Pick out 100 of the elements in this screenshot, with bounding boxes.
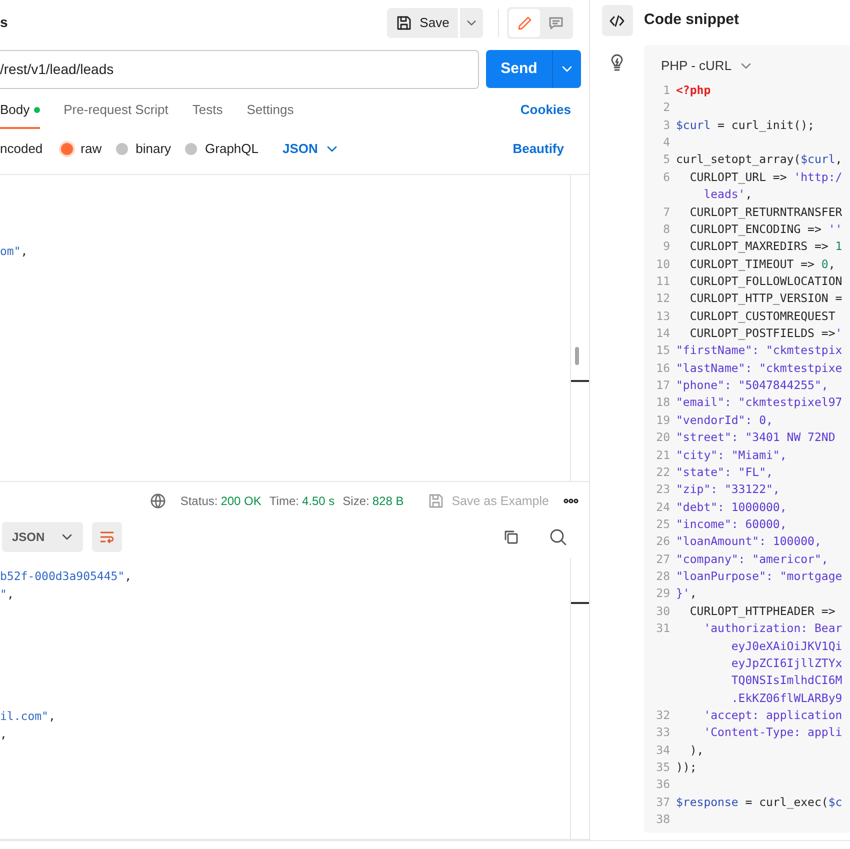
line-number: 30 [655,602,671,620]
line-number: 14 [655,325,671,342]
code-line: 'Content-Type: appli [702,724,842,742]
line-number: 2 [662,99,671,116]
code-line: $curl = curl_init(); [676,116,814,134]
code-snippet-button[interactable] [602,5,632,36]
line-number: 32 [655,706,671,724]
mode-toggle[interactable] [507,6,573,38]
copy-icon[interactable] [503,529,519,545]
line-number: 9 [662,238,671,256]
line-number: 19 [655,412,671,429]
line-number: 8 [662,220,671,238]
search-icon[interactable] [549,528,567,546]
radio-option[interactable]: binary [116,139,172,159]
code-line: b52f-000d3a905445", [0,568,133,585]
format-dropdown[interactable]: JSON [2,522,83,552]
body-type-label[interactable]: ncoded [0,139,43,159]
request-tab[interactable]: Body [0,100,40,129]
line-number: 4 [662,134,671,152]
edit-mode-button[interactable] [509,8,540,36]
code-line: "debt": 1000000, [676,498,787,516]
line-number: 20 [655,429,671,446]
line-number: 21 [655,446,671,464]
code-line: eyJpZCI6IjllZTYx [730,654,842,672]
line-number: 13 [655,308,671,325]
request-tab[interactable]: Settings [246,100,294,129]
language-dropdown[interactable]: PHP - cURL [644,55,769,77]
code-line: 'authorization: Bear [702,620,842,638]
code-line: curl_setopt_array($curl, [676,151,842,168]
line-number: 29 [655,585,671,602]
line-number: 16 [655,360,671,377]
code-line: CURLOPT_FOLLOWLOCATION [688,272,842,290]
line-number: 24 [655,498,671,516]
code-line: CURLOPT_RETURNTRANSFER [688,204,842,221]
code-line: CURLOPT_POSTFIELDS =>' [688,325,842,342]
line-number: 7 [662,204,671,221]
url-field[interactable]: /rest/v1/lead/leads [0,50,479,88]
line-number: 22 [655,464,671,481]
code-line: "city": "Miami", [676,446,787,464]
wrap-button[interactable] [92,522,122,552]
beautify-link[interactable]: Beautify [512,139,564,159]
code-line: .EkKZ06flWLARBy9 [730,690,842,707]
line-number: 27 [655,550,671,568]
line-number: 38 [655,811,671,828]
code-line: 'accept: application [702,706,842,724]
code-line: )); [676,759,697,776]
line-number: 11 [655,272,671,290]
code-icon [609,12,625,28]
code-line: CURLOPT_URL => 'http:/ [688,168,842,186]
line-number: 25 [655,516,671,533]
line-number: 34 [655,742,671,759]
pencil-icon [516,14,532,30]
code-line: CURLOPT_HTTP_VERSION = [688,290,842,308]
panel-title: Code snippet [644,10,740,30]
code-line: TQ0NSIsImlhdCI6M [730,672,842,690]
code-line: ), [688,742,704,759]
globe-icon [150,493,166,509]
line-number: 18 [655,394,671,412]
line-number: 6 [662,168,671,186]
line-number: 33 [655,724,671,742]
code-line: CURLOPT_HTTPHEADER => [688,602,836,620]
code-line: CURLOPT_TIMEOUT => 0, [688,256,836,273]
radio-option[interactable]: GraphQL [185,139,259,159]
code-line: <?php [676,82,711,99]
code-line: "email": "ckmtestpixel97 [676,394,842,412]
send-button[interactable]: Send [486,50,552,88]
line-number: 23 [655,481,671,498]
more-icon [563,497,579,505]
save-button[interactable]: Save [387,8,458,38]
line-number: 17 [655,377,671,394]
line-number: 26 [655,533,671,550]
line-number: 36 [655,776,671,794]
request-tab[interactable]: Tests [192,100,223,129]
status-value: 200 OK [220,493,262,510]
scrollbar-thumb[interactable] [575,347,579,365]
line-number: 10 [655,256,671,273]
time-label: Time: [269,493,299,510]
code-line: "state": "FL", [676,464,773,481]
code-line: eyJ0eXAiOiJKV1Qi [730,638,842,654]
save-menu-button[interactable] [460,8,483,38]
size-label: Size: [342,493,370,510]
comment-icon [548,14,564,30]
size-value: 828 B [372,493,404,510]
code-line: "income": 60000, [676,516,787,533]
line-number: 12 [655,290,671,308]
line-number: 35 [655,759,671,776]
line-number: 1 [662,82,671,99]
code-line: "loanAmount": 100000, [676,533,822,550]
code-line: $response = curl_exec($c [676,794,842,811]
code-line: "vendorId": 0, [676,412,773,429]
language-dropdown[interactable]: JSON [276,138,344,160]
cookies-link[interactable]: Cookies [520,100,571,129]
code-line: }', [676,585,697,602]
request-tab[interactable]: Pre-request Script [64,100,168,129]
code-line: CURLOPT_CUSTOMREQUEST [688,308,836,325]
line-number: 5 [662,151,671,168]
send-menu-button[interactable] [552,50,581,88]
time-value: 4.50 s [302,493,335,510]
code-line: , [0,726,8,742]
radio-option[interactable]: raw [60,139,102,159]
